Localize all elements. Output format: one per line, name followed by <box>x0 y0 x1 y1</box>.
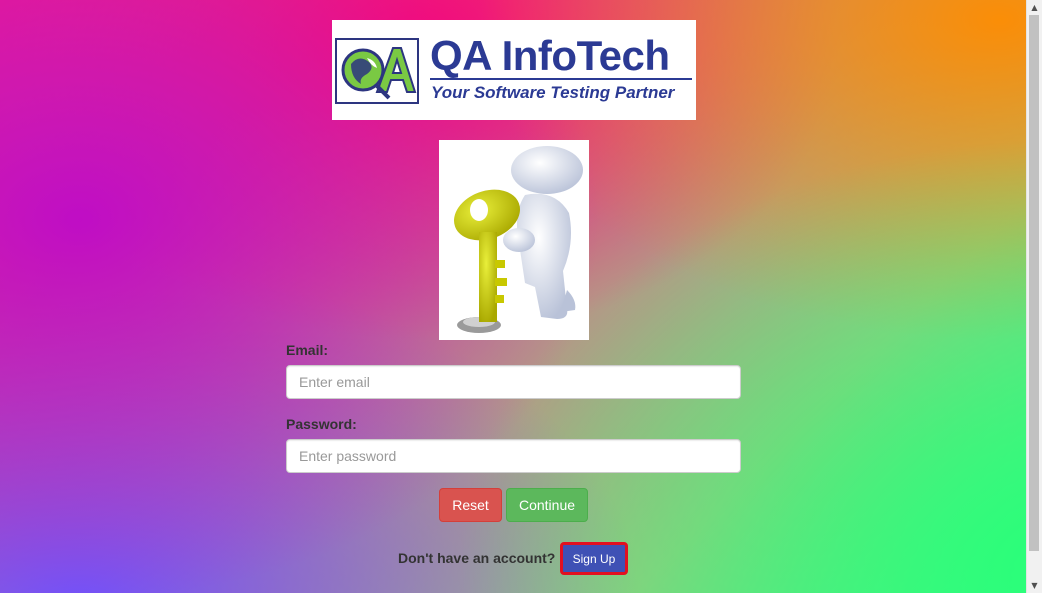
person-holding-key-icon <box>439 140 589 340</box>
scroll-down-arrow-icon[interactable]: ▼ <box>1027 578 1042 593</box>
password-label: Password: <box>286 416 357 432</box>
globe-emblem-icon <box>335 38 419 104</box>
continue-button[interactable]: Continue <box>506 488 588 522</box>
qa-infotech-logo: QA InfoTech Your Software Testing Partne… <box>332 20 696 120</box>
signup-prompt: Don't have an account? <box>398 550 556 566</box>
reset-button[interactable]: Reset <box>439 488 502 522</box>
scroll-up-arrow-icon[interactable]: ▲ <box>1027 0 1042 15</box>
vertical-scrollbar[interactable]: ▲ ▼ <box>1026 0 1042 593</box>
email-label: Email: <box>286 342 329 358</box>
logo-tagline: Your Software Testing Partner <box>431 83 675 102</box>
password-input[interactable] <box>286 439 741 473</box>
signup-button[interactable]: Sign Up <box>560 542 628 575</box>
logo-title: QA InfoTech <box>430 32 670 79</box>
email-input[interactable] <box>286 365 741 399</box>
logo-divider <box>430 78 692 80</box>
login-page: QA InfoTech Your Software Testing Partne… <box>0 0 1042 593</box>
scroll-thumb[interactable] <box>1029 15 1039 551</box>
